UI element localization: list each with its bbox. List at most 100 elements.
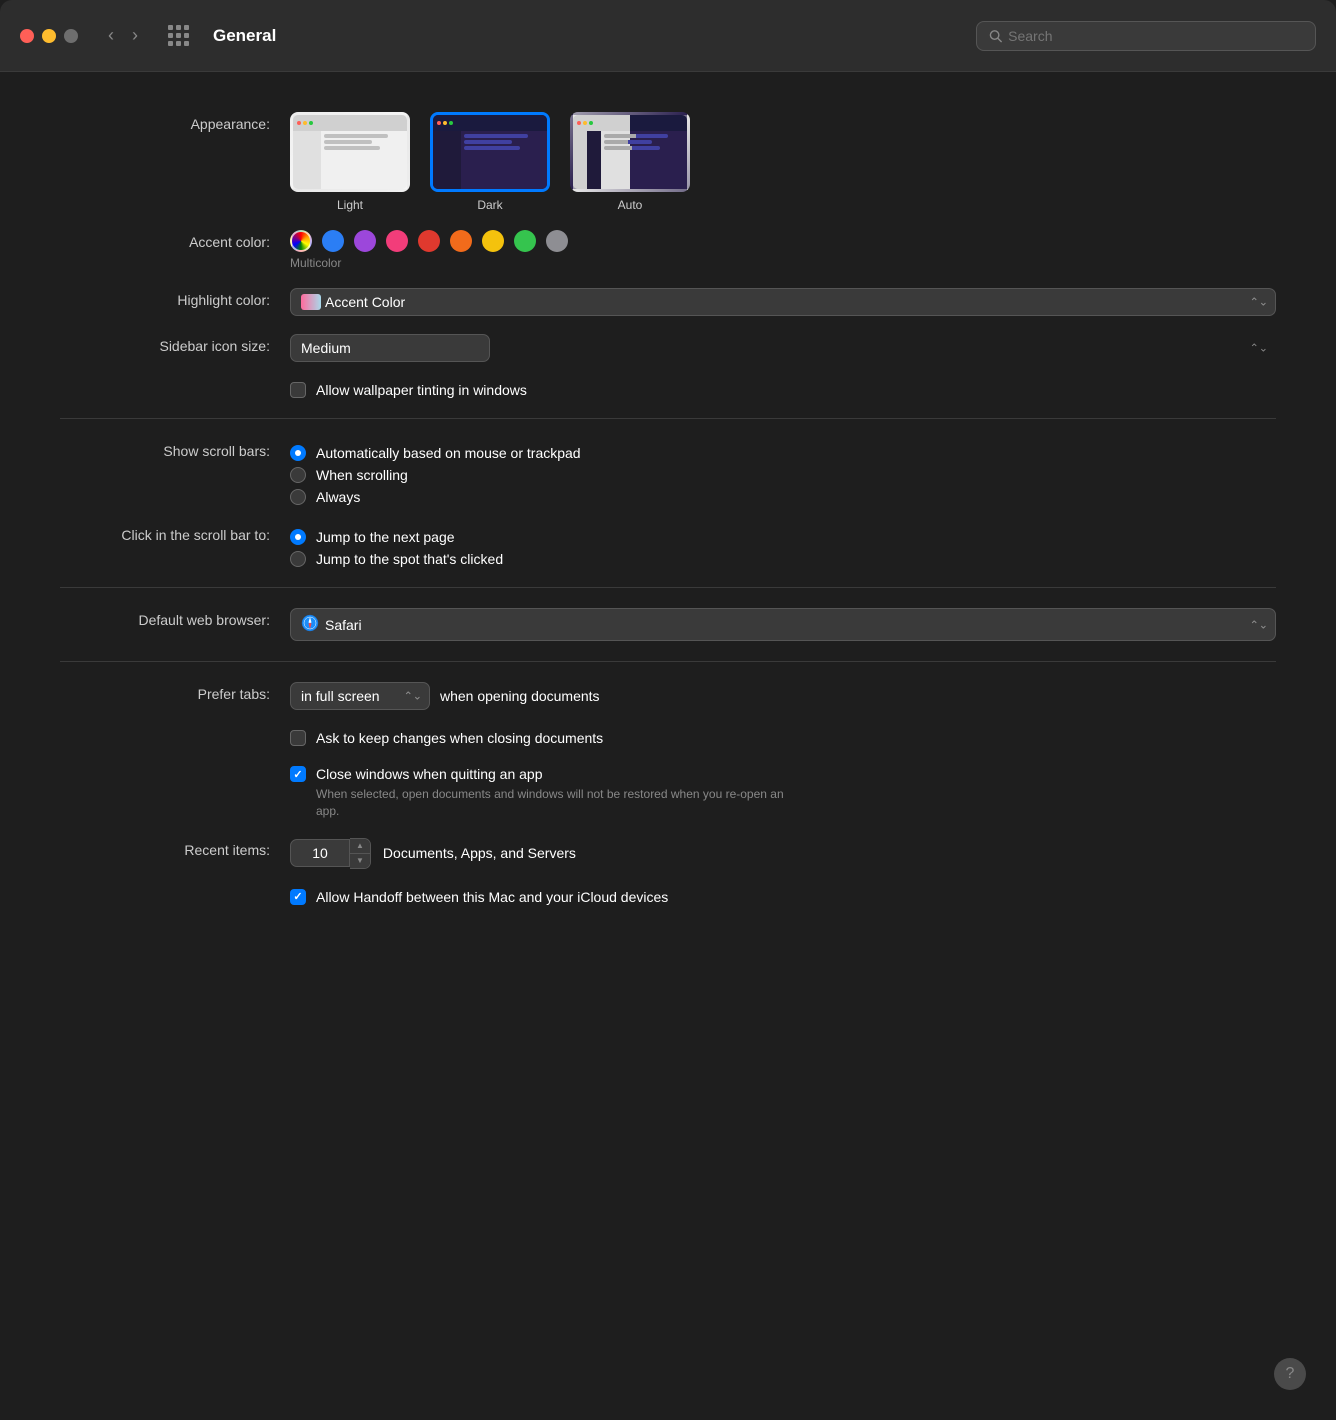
click-scroll-spot-radio[interactable]: [290, 551, 306, 567]
accent-color-controls: Multicolor: [290, 230, 1276, 270]
default-browser-value: Safari: [325, 617, 362, 633]
divider-2: [60, 587, 1276, 588]
scroll-bars-auto-row: Automatically based on mouse or trackpad: [290, 445, 1276, 461]
prefer-tabs-row: Prefer tabs: in full screen ⌃⌄ when open…: [60, 682, 1276, 710]
highlight-color-select[interactable]: Accent Color: [290, 288, 1276, 316]
scroll-bars-always-label: Always: [316, 489, 360, 505]
highlight-color-swatch: [301, 294, 321, 310]
scroll-bars-always-row: Always: [290, 489, 1276, 505]
scroll-bars-scrolling-radio[interactable]: [290, 467, 306, 483]
scroll-bars-scrolling-label: When scrolling: [316, 467, 408, 483]
maximize-button[interactable]: [64, 29, 78, 43]
ask-keep-changes-checkbox-row: Ask to keep changes when closing documen…: [290, 730, 1276, 746]
scroll-bars-always-radio[interactable]: [290, 489, 306, 505]
accent-swatch-purple[interactable]: [354, 230, 376, 252]
appearance-controls: Light: [290, 112, 1276, 212]
default-browser-controls: Safari ⌃⌄: [290, 608, 1276, 641]
sidebar-icon-size-row: Sidebar icon size: Small Medium Large: [60, 334, 1276, 362]
search-input[interactable]: [1008, 28, 1303, 44]
show-scroll-bars-label: Show scroll bars:: [60, 439, 290, 459]
wallpaper-tinting-checkbox[interactable]: [290, 382, 306, 398]
recent-items-stepper: ▲ ▼: [290, 838, 371, 869]
nav-buttons: ‹ ›: [102, 23, 144, 48]
appearance-thumb-light: [290, 112, 410, 192]
ask-keep-changes-checkbox[interactable]: [290, 730, 306, 746]
minimize-button[interactable]: [42, 29, 56, 43]
handoff-controls: Allow Handoff between this Mac and your …: [290, 887, 1276, 905]
sidebar-icon-size-label: Sidebar icon size:: [60, 334, 290, 354]
click-scroll-bar-label: Click in the scroll bar to:: [60, 523, 290, 543]
accent-swatch-red[interactable]: [418, 230, 440, 252]
appearance-option-auto-label: Auto: [618, 198, 643, 212]
recent-items-inline: ▲ ▼ Documents, Apps, and Servers: [290, 838, 1276, 869]
highlight-color-row: Highlight color: Accent Color ⌃⌄: [60, 288, 1276, 316]
wallpaper-tinting-row: Allow wallpaper tinting in windows: [60, 380, 1276, 398]
accent-swatch-blue[interactable]: [322, 230, 344, 252]
ask-keep-changes-checkbox-label: Ask to keep changes when closing documen…: [316, 730, 603, 746]
accent-color-row: Accent color: Multicolor: [60, 230, 1276, 270]
appearance-option-auto[interactable]: Auto: [570, 112, 690, 212]
default-browser-wrapper[interactable]: Safari ⌃⌄: [290, 608, 1276, 641]
prefer-tabs-inline: in full screen ⌃⌄ when opening documents: [290, 682, 1276, 710]
handoff-checkbox[interactable]: [290, 889, 306, 905]
handoff-label: [60, 887, 290, 891]
highlight-color-controls: Accent Color ⌃⌄: [290, 288, 1276, 316]
highlight-color-label: Highlight color:: [60, 288, 290, 308]
appearance-label: Appearance:: [60, 112, 290, 132]
ask-keep-changes-label: [60, 728, 290, 732]
wallpaper-tinting-checkbox-label: Allow wallpaper tinting in windows: [316, 382, 527, 398]
accent-swatch-graphite[interactable]: [546, 230, 568, 252]
sidebar-icon-size-controls: Small Medium Large: [290, 334, 1276, 362]
search-bar[interactable]: [976, 21, 1316, 51]
recent-items-row: Recent items: ▲ ▼ Documents, Apps, and S…: [60, 838, 1276, 869]
recent-items-increment[interactable]: ▲: [350, 839, 370, 854]
close-windows-checkbox[interactable]: [290, 766, 306, 782]
handoff-checkbox-row: Allow Handoff between this Mac and your …: [290, 889, 1276, 905]
appearance-thumb-auto: [570, 112, 690, 192]
appearance-option-dark[interactable]: Dark: [430, 112, 550, 212]
multicolor-label: Multicolor: [290, 256, 1276, 270]
forward-button[interactable]: ›: [126, 23, 144, 48]
grid-icon[interactable]: [168, 25, 189, 46]
recent-items-input[interactable]: [290, 839, 350, 867]
scroll-bars-auto-radio[interactable]: [290, 445, 306, 461]
accent-color-label: Accent color:: [60, 230, 290, 250]
wallpaper-tinting-label: [60, 380, 290, 384]
click-scroll-next-page-label: Jump to the next page: [316, 529, 455, 545]
show-scroll-bars-controls: Automatically based on mouse or trackpad…: [290, 439, 1276, 505]
recent-items-stepper-buttons: ▲ ▼: [350, 838, 371, 869]
default-browser-select[interactable]: Safari: [290, 608, 1276, 641]
close-button[interactable]: [20, 29, 34, 43]
click-scroll-bar-controls: Jump to the next page Jump to the spot t…: [290, 523, 1276, 567]
traffic-lights: [20, 29, 78, 43]
handoff-checkbox-label: Allow Handoff between this Mac and your …: [316, 889, 668, 905]
click-scroll-spot-label: Jump to the spot that's clicked: [316, 551, 503, 567]
wallpaper-tinting-checkbox-row: Allow wallpaper tinting in windows: [290, 382, 1276, 398]
sidebar-icon-size-select[interactable]: Small Medium Large: [290, 334, 490, 362]
handoff-row: Allow Handoff between this Mac and your …: [60, 887, 1276, 905]
click-scroll-next-page-radio[interactable]: [290, 529, 306, 545]
main-content: Appearance:: [0, 72, 1336, 1420]
ask-keep-changes-row: Ask to keep changes when closing documen…: [60, 728, 1276, 746]
back-button[interactable]: ‹: [102, 23, 120, 48]
appearance-option-dark-label: Dark: [477, 198, 502, 212]
accent-swatch-pink[interactable]: [386, 230, 408, 252]
highlight-color-wrapper[interactable]: Accent Color ⌃⌄: [290, 288, 1276, 316]
close-windows-row: Close windows when quitting an app When …: [60, 764, 1276, 820]
ask-keep-changes-controls: Ask to keep changes when closing documen…: [290, 728, 1276, 746]
recent-items-label: Recent items:: [60, 838, 290, 858]
click-scroll-next-page-row: Jump to the next page: [290, 529, 1276, 545]
accent-swatch-green[interactable]: [514, 230, 536, 252]
prefer-tabs-select[interactable]: in full screen: [290, 682, 430, 710]
accent-swatch-multicolor[interactable]: [290, 230, 312, 252]
prefer-tabs-wrapper[interactable]: in full screen ⌃⌄: [290, 682, 430, 710]
accent-swatch-yellow[interactable]: [482, 230, 504, 252]
appearance-row: Appearance:: [60, 112, 1276, 212]
appearance-options: Light: [290, 112, 1276, 212]
default-browser-row: Default web browser: Safari ⌃⌄: [60, 608, 1276, 641]
accent-swatch-orange[interactable]: [450, 230, 472, 252]
help-button[interactable]: ?: [1274, 1358, 1306, 1390]
recent-items-decrement[interactable]: ▼: [350, 854, 370, 868]
sidebar-icon-size-wrapper[interactable]: Small Medium Large: [290, 334, 1276, 362]
appearance-option-light[interactable]: Light: [290, 112, 410, 212]
